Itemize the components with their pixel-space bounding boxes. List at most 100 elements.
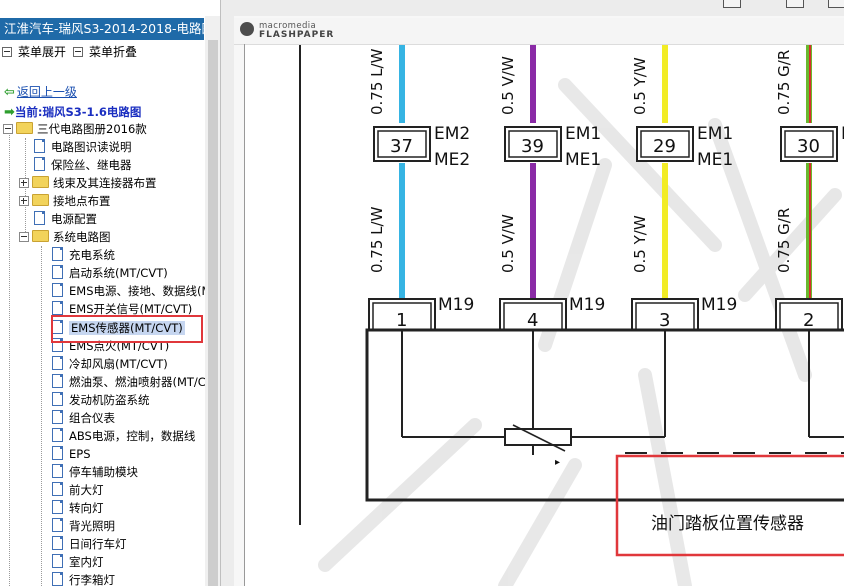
document-icon <box>52 518 63 532</box>
tree-item[interactable]: ABS电源，控制，数据线 <box>52 427 195 445</box>
tree-item[interactable]: 保险丝、继电器 <box>34 156 132 174</box>
flashpaper-logo-icon <box>240 22 254 36</box>
current-location: ➡当前:瑞风S3-1.6电路图 <box>4 104 141 120</box>
tree-label: 行李箱灯 <box>69 573 115 586</box>
document-icon <box>52 446 63 460</box>
document-icon <box>52 283 63 297</box>
tree-item[interactable]: 行李箱灯 <box>52 571 115 586</box>
tree-item[interactable]: 室内灯 <box>52 553 104 571</box>
connector-label: ME2 <box>434 150 470 170</box>
document-icon <box>52 464 63 478</box>
wire-spec-label: 0.75 G/R <box>775 208 793 273</box>
tree-folder[interactable]: 系统电路图 <box>19 228 111 246</box>
document-icon <box>34 139 45 153</box>
expand-all-button[interactable]: 菜单展开 <box>2 44 66 60</box>
terminal-number: 39 <box>521 136 544 157</box>
tree-label: 线束及其连接器布置 <box>53 176 157 190</box>
tree-item[interactable]: 转向灯 <box>52 499 104 517</box>
connector-label: EM2 <box>434 124 470 144</box>
window-button[interactable] <box>786 0 804 8</box>
viewer-toolbar: macromedia FLASHPAPER <box>234 18 844 45</box>
tree-line <box>41 246 42 586</box>
collapse-icon[interactable] <box>19 232 29 242</box>
tree-item[interactable]: 组合仪表 <box>52 409 115 427</box>
tree-line <box>9 132 10 586</box>
wire-spec-label: 0.75 L/W <box>368 206 386 273</box>
tree-item[interactable]: 启动系统(MT/CVT) <box>52 264 168 282</box>
document-icon <box>52 536 63 550</box>
terminal-number: 37 <box>390 136 413 157</box>
tree-item[interactable]: 充电系统 <box>52 246 115 264</box>
tree-item[interactable]: EPS <box>52 445 91 463</box>
collapse-icon[interactable] <box>3 124 13 134</box>
tree-item[interactable]: EMS电源、接地、数据线(MT/CVT) <box>52 282 220 300</box>
connector-id-label: M19 <box>438 295 474 315</box>
pin-number: 4 <box>527 310 538 331</box>
expand-icon[interactable] <box>19 178 29 188</box>
collapse-all-button[interactable]: 菜单折叠 <box>73 44 137 60</box>
document-icon <box>52 392 63 406</box>
tree-label: 停车辅助模块 <box>69 465 138 479</box>
tree-label: EMS电源、接地、数据线(MT/CVT) <box>69 284 220 298</box>
tree-label: 保险丝、继电器 <box>51 158 132 172</box>
brand-large: FLASHPAPER <box>259 30 335 40</box>
tree-item[interactable]: 日间行车灯 <box>52 535 127 553</box>
pin-number: 3 <box>659 310 670 331</box>
document-icon <box>52 428 63 442</box>
left-scrollbar-thumb[interactable] <box>208 40 218 586</box>
document-icon <box>34 157 45 171</box>
back-link[interactable]: ⇦ 返回上一级 <box>4 83 77 100</box>
tree-folder[interactable]: 接地点布置 <box>19 192 111 210</box>
document-icon <box>52 500 63 514</box>
tree-label: ABS电源，控制，数据线 <box>69 429 196 443</box>
connector-id-label: M19 <box>701 295 737 315</box>
document-icon <box>52 356 63 370</box>
terminal-number: 30 <box>797 136 820 157</box>
tree-label: 系统电路图 <box>53 230 111 244</box>
folder-icon <box>32 194 49 206</box>
tree-item[interactable]: 电路图识读说明 <box>34 138 132 156</box>
tree-item[interactable]: 电源配置 <box>34 210 97 228</box>
window-button[interactable] <box>723 0 741 8</box>
connector-label: EM1 <box>697 124 733 144</box>
document-icon <box>52 482 63 496</box>
tree-item[interactable]: 停车辅助模块 <box>52 463 138 481</box>
window-button[interactable] <box>828 0 844 8</box>
tree-label: 电路图识读说明 <box>51 140 132 154</box>
wire-spec-label: 0.75 G/R <box>775 50 793 115</box>
wire-spec-label: 0.5 Y/W <box>631 215 649 273</box>
current-location-label: 当前:瑞风S3-1.6电路图 <box>14 105 142 119</box>
terminal-number: 29 <box>653 136 676 157</box>
document-icon <box>52 301 63 315</box>
back-arrow-icon: ⇦ <box>4 85 15 100</box>
tree-item[interactable]: 发动机防盗系统 <box>52 391 150 409</box>
sensor-label: 油门踏板位置传感器 <box>651 514 804 534</box>
tree-label: 电源配置 <box>51 212 97 226</box>
wire-spec-label: 0.5 V/W <box>499 214 517 273</box>
connector-label: EM1 <box>565 124 601 144</box>
pin-number: 2 <box>803 310 814 331</box>
connector-label: ME1 <box>565 150 601 170</box>
tree-item[interactable]: 背光照明 <box>52 517 115 535</box>
connector-id-label: M19 <box>569 295 605 315</box>
tree-item[interactable]: 燃油泵、燃油喷射器(MT/CVT) <box>52 373 220 391</box>
tree-item[interactable]: 前大灯 <box>52 481 104 499</box>
wire-spec-label: 0.5 Y/W <box>631 57 649 115</box>
document-icon <box>52 374 63 388</box>
back-link-label: 返回上一级 <box>16 85 77 99</box>
tree-label: 发动机防盗系统 <box>69 393 150 407</box>
splitter[interactable] <box>220 0 235 586</box>
document-icon <box>52 265 63 279</box>
expand-icon[interactable] <box>19 196 29 206</box>
collapse-all-label: 菜单折叠 <box>89 45 138 59</box>
tree-item[interactable]: 冷却风扇(MT/CVT) <box>52 355 168 373</box>
tree-label: 转向灯 <box>69 501 104 515</box>
document-icon <box>34 211 45 225</box>
tree-folder[interactable]: 三代电路图册2016款 <box>3 120 147 138</box>
tree-folder[interactable]: 线束及其连接器布置 <box>19 174 157 192</box>
connector-label: ME1 <box>697 150 733 170</box>
tree-label: EPS <box>69 447 91 461</box>
tree-label: 燃油泵、燃油喷射器(MT/CVT) <box>69 375 220 389</box>
tree-label: 组合仪表 <box>69 411 115 425</box>
tree-label: 背光照明 <box>69 519 115 533</box>
